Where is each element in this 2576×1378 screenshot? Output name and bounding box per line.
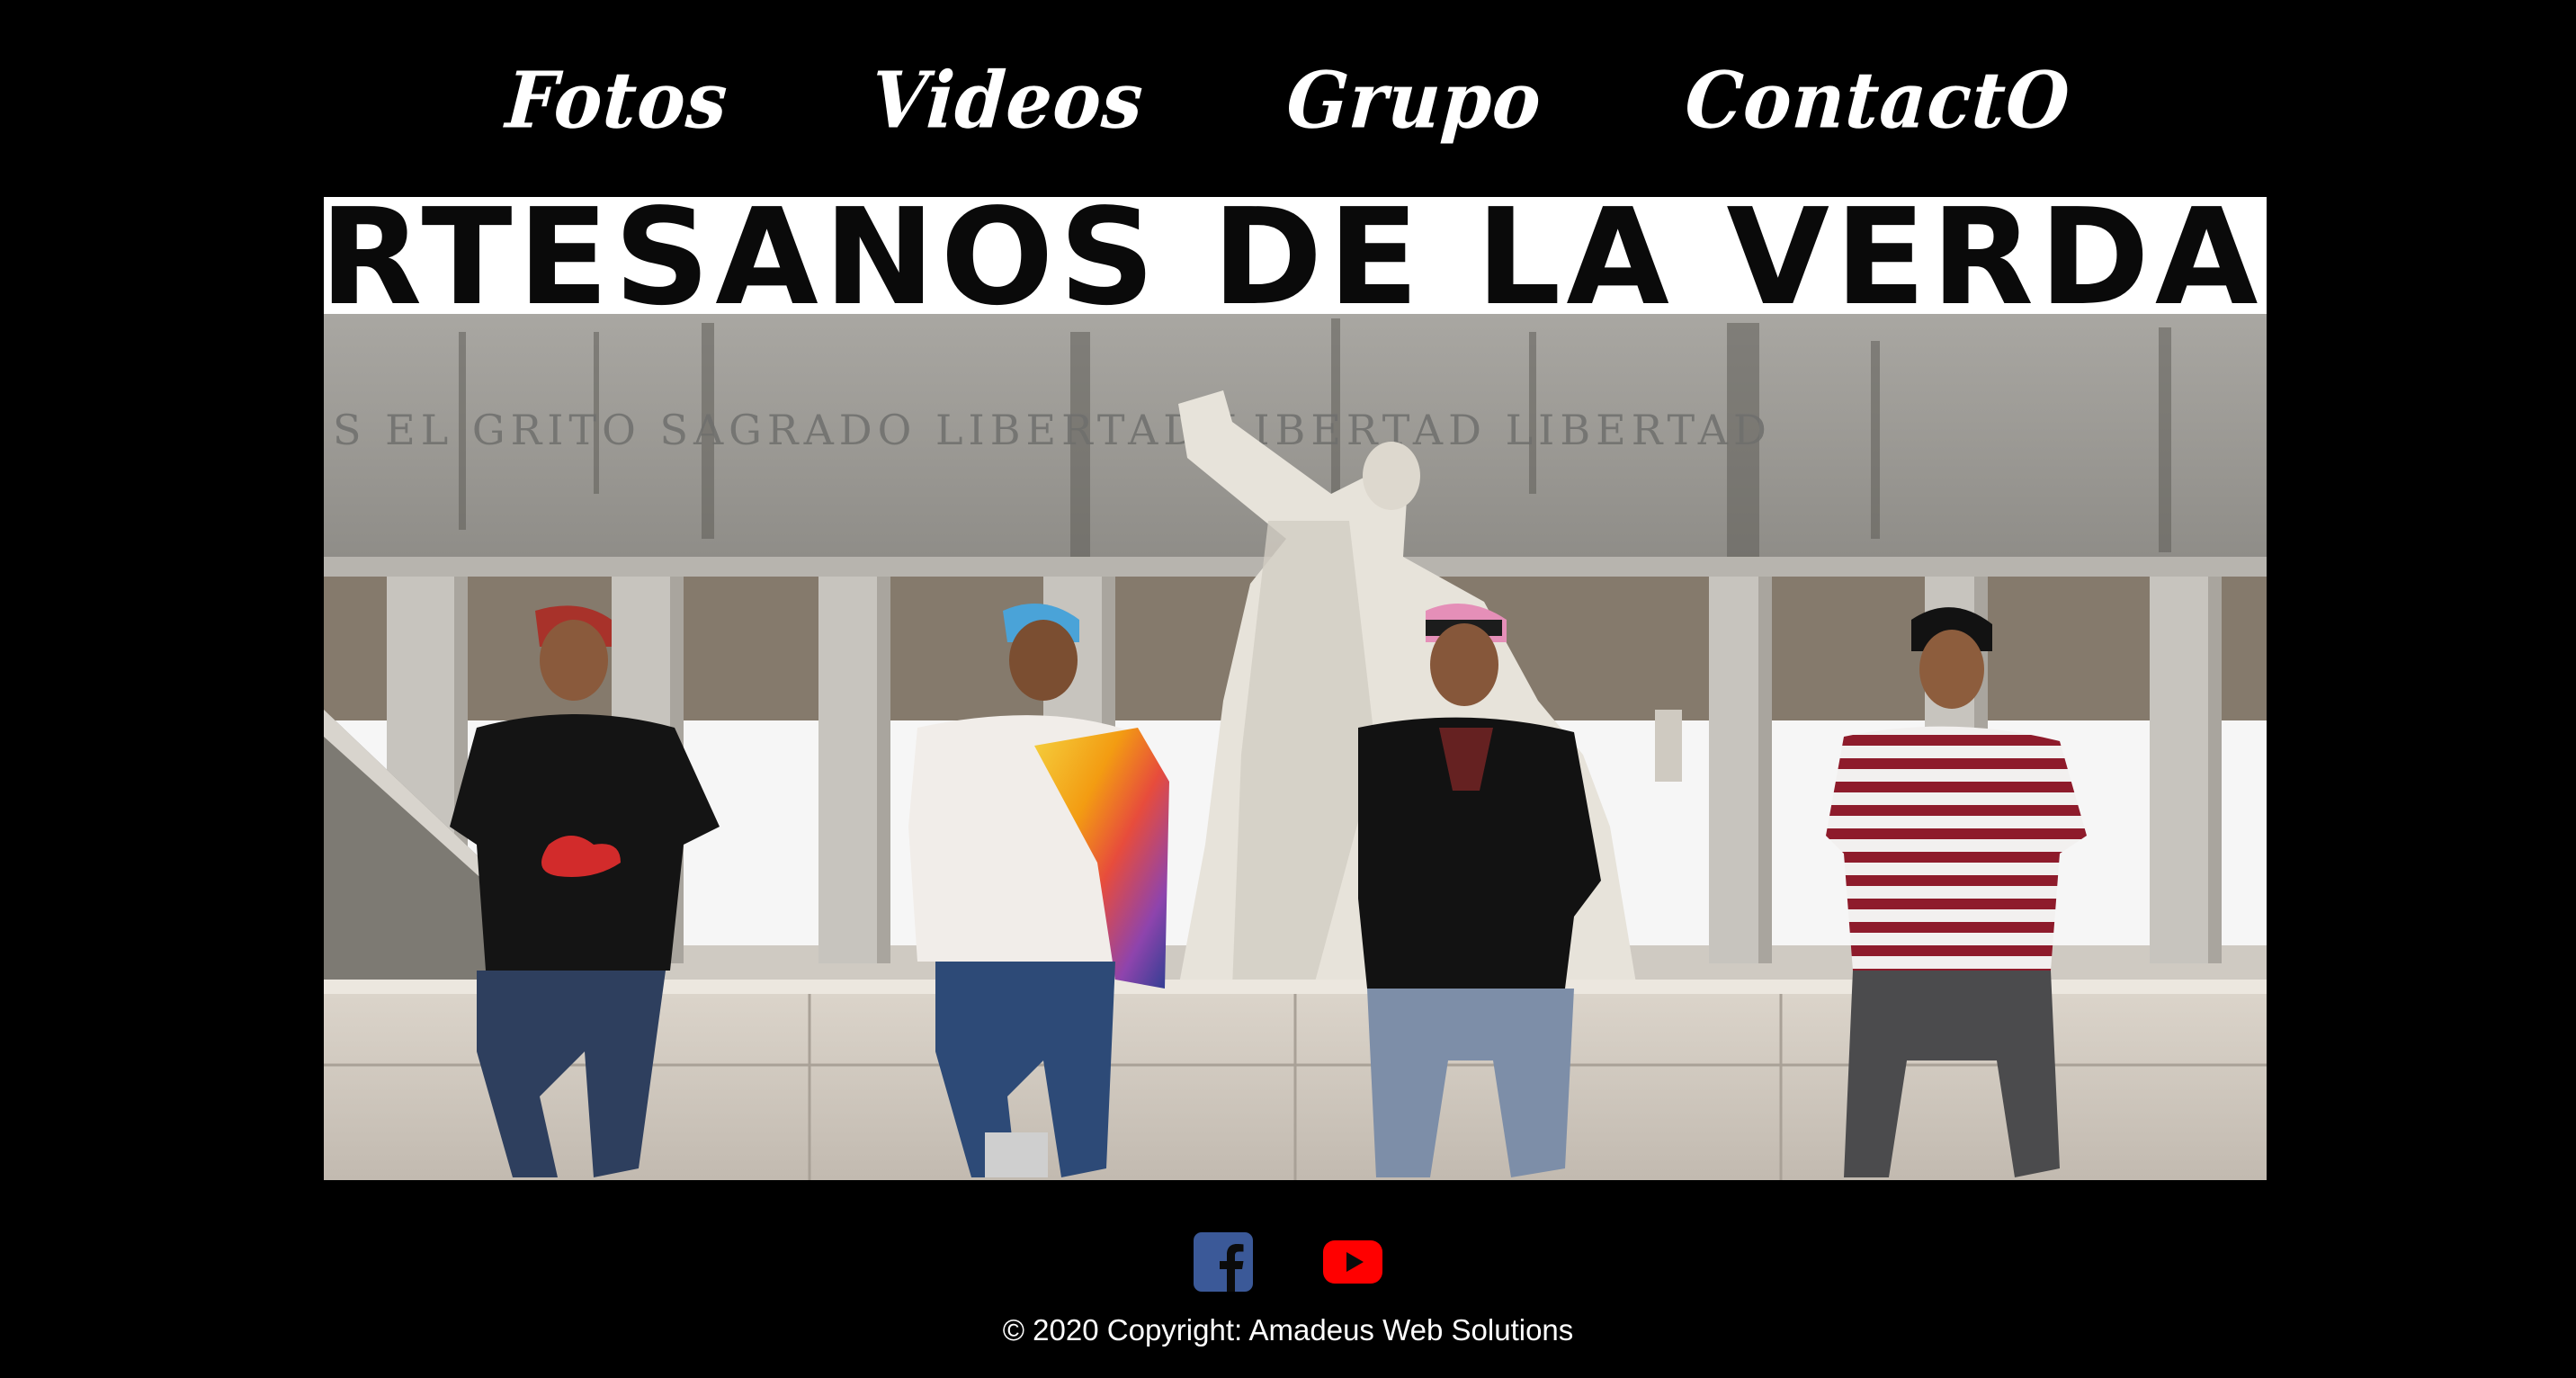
nav-link-fotos[interactable]: Fotos bbox=[503, 52, 730, 146]
nav-link-videos[interactable]: Videos bbox=[868, 52, 1146, 146]
facebook-link[interactable] bbox=[1194, 1232, 1253, 1292]
nav-link-contacto[interactable]: ContactO bbox=[1683, 52, 2073, 146]
nav-link-grupo[interactable]: Grupo bbox=[1284, 52, 1545, 146]
social-links bbox=[0, 1232, 2576, 1292]
hero-image: ARTESANOS DE LA VERDAD S EL GRITO SAGRAD… bbox=[324, 197, 2267, 1180]
monument-inscription: S EL GRITO SAGRADO LIBERTAD LIBERTAD LIB… bbox=[333, 406, 1772, 454]
hero-photo: ARTESANOS DE LA VERDAD S EL GRITO SAGRAD… bbox=[324, 197, 2267, 1180]
main-nav: Fotos Videos Grupo ContactO bbox=[0, 0, 2576, 197]
facebook-icon bbox=[1194, 1232, 1253, 1292]
footer-copyright: © 2020 Copyright: Amadeus Web Solutions bbox=[1002, 1313, 1574, 1347]
youtube-icon bbox=[1323, 1240, 1382, 1284]
youtube-link[interactable] bbox=[1323, 1240, 1382, 1284]
